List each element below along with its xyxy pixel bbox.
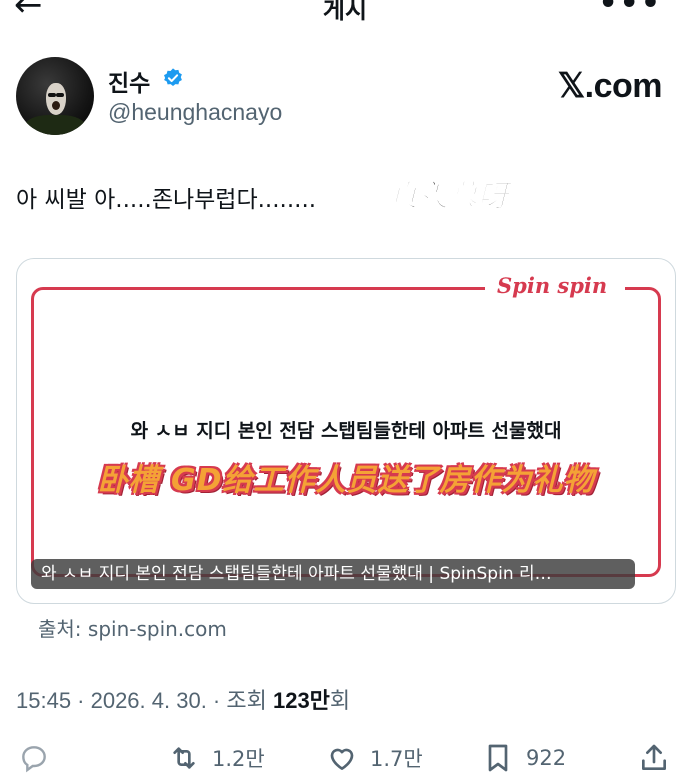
retweet-count: 1.2만 xyxy=(212,747,265,771)
author-handle[interactable]: @heunghacnayo xyxy=(108,99,282,126)
reply-icon xyxy=(22,746,46,773)
heart-icon xyxy=(330,748,354,770)
card-headline: 와 ㅅㅂ 지디 본인 전담 스탭팀들한테 아파트 선물했대 xyxy=(130,420,562,442)
avatar-face xyxy=(46,83,66,115)
card-translation-overlay: 卧槽 GD给工作人员送了房作为礼物 xyxy=(97,463,595,498)
top-bar: ← 게시 ••• xyxy=(0,0,690,24)
like-count: 1.7만 xyxy=(370,747,423,771)
more-dots-icon[interactable]: ••• xyxy=(598,0,662,21)
share-button[interactable] xyxy=(638,738,670,778)
bookmark-button[interactable]: 922 xyxy=(482,738,566,778)
verified-badge-icon xyxy=(164,68,182,86)
timestamp-date: 15:45 · 2026. 4. 30. · 조회 xyxy=(16,688,273,713)
card-caption[interactable]: 와 ㅅㅂ 지디 본인 전담 스탭팀들한테 아파트 선물했대 | SpinSpin… xyxy=(31,559,635,589)
tweet-text: 아 씨발 아.....존나부럽다........ xyxy=(16,187,317,213)
bookmark-icon xyxy=(488,744,508,772)
source-link[interactable]: 출처: spin-spin.com xyxy=(38,613,227,642)
translation-sticker: 真羡慕呀 xyxy=(388,179,509,215)
retweet-icon xyxy=(173,747,195,769)
avatar-body xyxy=(24,115,86,135)
author-name[interactable]: 진수 xyxy=(108,64,150,98)
reply-button[interactable] xyxy=(18,738,50,778)
action-bar: 1.2만 1.7만 922 xyxy=(0,738,690,778)
retweet-button[interactable]: 1.2만 xyxy=(168,738,265,778)
like-button[interactable]: 1.7만 xyxy=(326,738,423,778)
link-card[interactable]: Spin spin 와 ㅅㅂ 지디 본인 전담 스탭팀들한테 아파트 선물했대 … xyxy=(16,258,676,604)
tweet-meta: 15:45 · 2026. 4. 30. · 조회 123만회 xyxy=(16,683,350,715)
views-suffix: 회 xyxy=(329,688,351,713)
page-title: 게시 xyxy=(322,0,368,24)
views-count: 123만 xyxy=(272,688,330,713)
bookmark-count: 922 xyxy=(526,746,567,770)
share-icon xyxy=(642,744,666,770)
x-com-logo: 𝕏.com xyxy=(557,67,663,105)
card-brand-logo: Spin spin xyxy=(497,273,608,298)
avatar[interactable] xyxy=(16,57,94,135)
